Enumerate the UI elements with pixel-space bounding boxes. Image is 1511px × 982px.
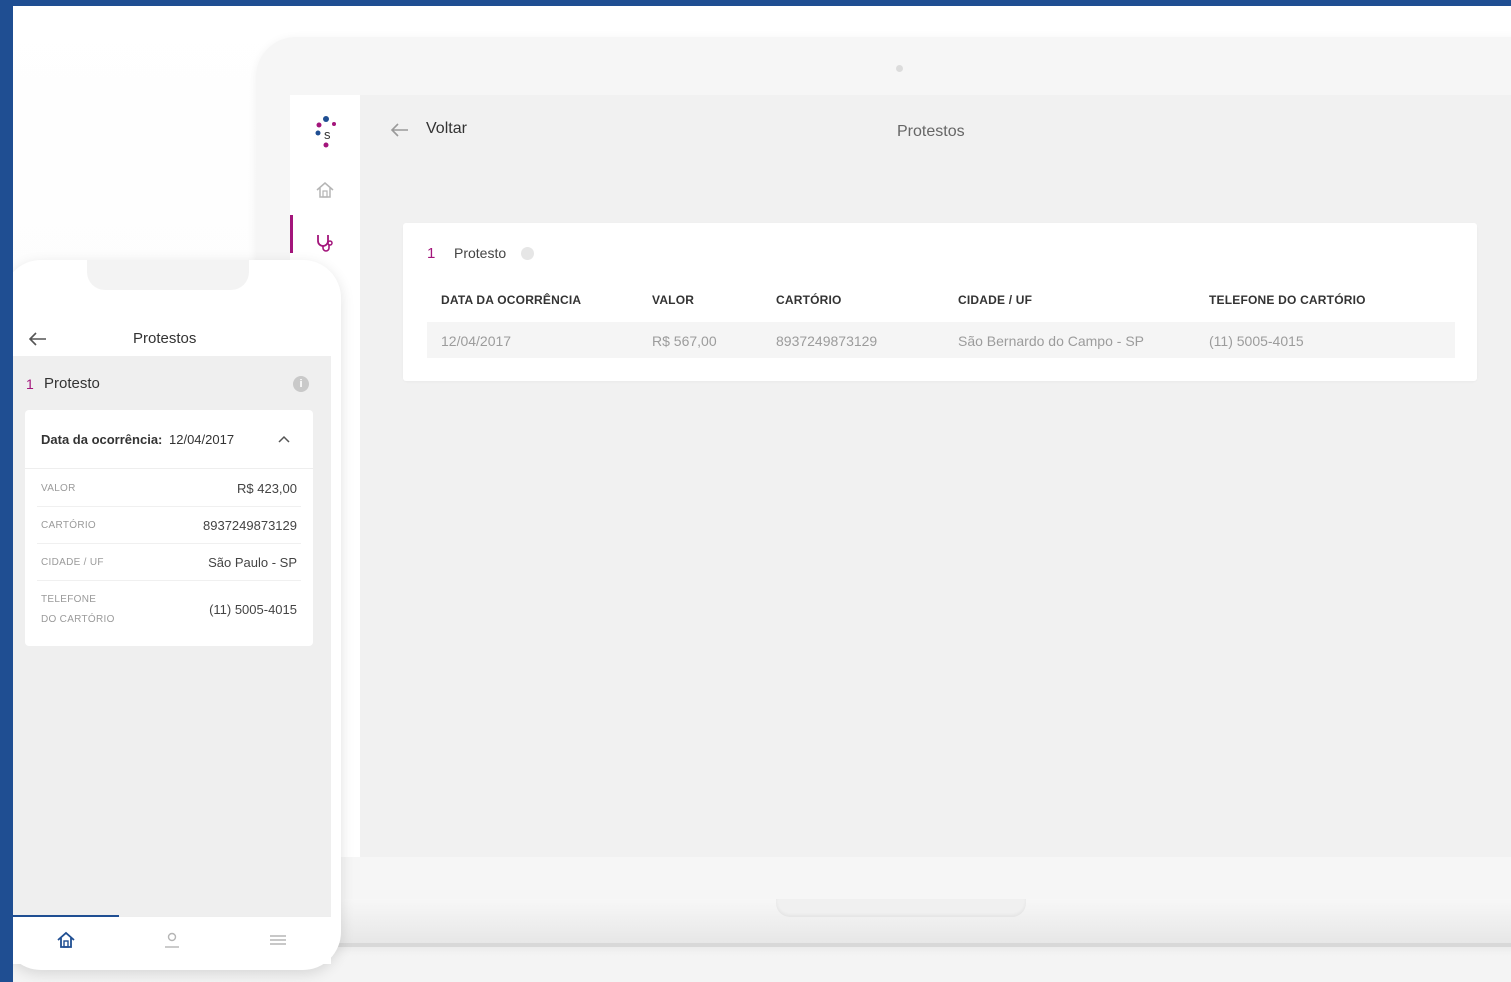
back-arrow-icon[interactable] — [390, 122, 410, 138]
divider — [37, 580, 301, 581]
divider — [37, 506, 301, 507]
cell-phone: (11) 5005-4015 — [1209, 333, 1304, 349]
chevron-up-icon[interactable] — [277, 434, 291, 444]
phone-label-line1: TELEFONE — [41, 594, 97, 605]
laptop-notch — [776, 899, 1026, 917]
phone-value: (11) 5005-4015 — [209, 602, 297, 617]
showcase-frame: s Voltar Protestos 1 Protesto DATA DA OC… — [13, 6, 1511, 982]
column-header-registry: CARTÓRIO — [776, 293, 842, 307]
protest-heading: Protesto — [454, 245, 507, 261]
page-title: Protestos — [897, 123, 965, 140]
mobile-protest-card: Data da ocorrência: 12/04/2017 VALOR R$ … — [25, 410, 313, 646]
bottom-nav — [13, 915, 331, 964]
cell-city: São Bernardo do Campo - SP — [958, 333, 1144, 349]
back-button[interactable]: Voltar — [426, 120, 467, 138]
topbar: Voltar Protestos — [360, 95, 1511, 167]
city-label: CIDADE / UF — [41, 557, 104, 568]
divider — [25, 468, 313, 469]
registry-label: CARTÓRIO — [41, 520, 96, 531]
column-header-value: VALOR — [652, 293, 695, 307]
date-label: Data da ocorrência: — [41, 432, 163, 447]
laptop-mockup: s Voltar Protestos 1 Protesto DATA DA OC… — [256, 37, 1511, 947]
mobile-page-title: Protestos — [133, 330, 197, 347]
value-label: VALOR — [41, 483, 76, 494]
date-value: 12/04/2017 — [169, 432, 235, 447]
brand-logo-icon[interactable]: s — [314, 115, 340, 149]
divider — [37, 543, 301, 544]
mobile-protest-count: 1 — [26, 376, 34, 392]
cell-registry: 8937249873129 — [776, 333, 878, 349]
back-arrow-icon[interactable] — [29, 332, 47, 346]
home-icon[interactable] — [55, 929, 77, 951]
stethoscope-icon[interactable] — [314, 231, 336, 253]
phone-label-line2: DO CARTÓRIO — [41, 614, 115, 625]
nav-active-indicator — [13, 915, 119, 917]
mobile-screen: 1 Protesto i Data da ocorrência: 12/04/2… — [13, 356, 331, 916]
phone-mockup: Protestos 1 Protesto i Data da ocorrênci… — [13, 260, 341, 970]
info-icon[interactable] — [521, 247, 534, 260]
column-header-city: CIDADE / UF — [958, 293, 1033, 307]
sidebar-active-indicator — [290, 215, 293, 253]
info-icon[interactable]: i — [293, 376, 309, 392]
registry-value: 8937249873129 — [203, 518, 297, 533]
column-header-date: DATA DA OCORRÊNCIA — [441, 293, 582, 307]
menu-icon[interactable] — [267, 929, 289, 951]
protest-card: 1 Protesto DATA DA OCORRÊNCIA VALOR CART… — [403, 223, 1477, 381]
protest-count: 1 — [427, 245, 436, 262]
city-value: São Paulo - SP — [208, 555, 297, 570]
value-amount: R$ 423,00 — [237, 481, 297, 496]
user-icon[interactable] — [161, 929, 183, 951]
laptop-camera — [896, 65, 903, 72]
desktop-screen: s Voltar Protestos 1 Protesto DATA DA OC… — [290, 95, 1511, 857]
mobile-protest-heading: Protesto — [44, 375, 100, 392]
cell-date: 12/04/2017 — [441, 333, 512, 349]
phone-notch — [87, 260, 249, 290]
svg-text:s: s — [324, 127, 331, 142]
home-icon[interactable] — [314, 179, 336, 201]
column-header-phone: TELEFONE DO CARTÓRIO — [1209, 293, 1366, 307]
cell-value: R$ 567,00 — [652, 333, 717, 349]
